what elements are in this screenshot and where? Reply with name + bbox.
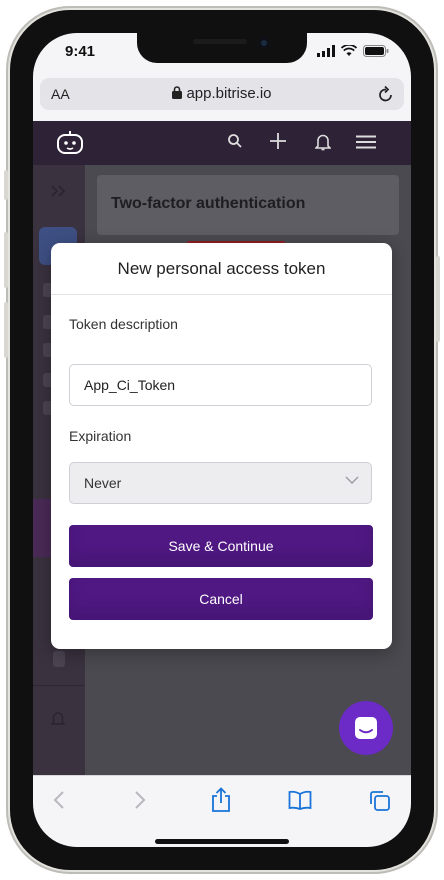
- save-continue-button[interactable]: Save & Continue: [69, 525, 373, 567]
- expiration-value: Never: [84, 475, 122, 491]
- sidebar-bell-icon[interactable]: [51, 711, 65, 727]
- speaker: [193, 39, 247, 44]
- bell-icon[interactable]: [315, 133, 331, 151]
- search-icon[interactable]: [227, 133, 243, 149]
- plus-icon[interactable]: [269, 132, 287, 150]
- browser-toolbar: AA app.bitrise.io: [33, 75, 411, 121]
- share-icon[interactable]: [210, 787, 232, 813]
- bitrise-logo-icon[interactable]: [55, 127, 85, 157]
- front-camera: [259, 38, 269, 48]
- sidebar-item-device[interactable]: [53, 651, 65, 667]
- status-icons: [317, 45, 389, 57]
- dialog-title: New personal access token: [117, 259, 326, 278]
- bookmarks-icon[interactable]: [288, 790, 312, 810]
- sidebar-divider: [33, 685, 85, 686]
- chat-icon: [355, 717, 377, 739]
- cancel-button[interactable]: Cancel: [69, 578, 373, 620]
- url-text: app.bitrise.io: [186, 85, 272, 102]
- wifi-icon: [341, 45, 357, 56]
- back-icon[interactable]: [53, 790, 65, 810]
- notch: [137, 33, 307, 63]
- signal-icon: [317, 45, 335, 57]
- phone-mute-switch: [4, 170, 8, 200]
- battery-icon: [363, 45, 389, 57]
- address-bar[interactable]: AA app.bitrise.io: [40, 78, 404, 110]
- chat-button[interactable]: [339, 701, 393, 755]
- forward-icon[interactable]: [134, 790, 146, 810]
- dialog-divider: [51, 294, 392, 295]
- home-indicator: [155, 839, 289, 844]
- screen: 9:41 AA app.bitrise.io Two-factor authen…: [33, 33, 411, 847]
- token-description-label: Token description: [69, 316, 178, 332]
- expiration-label: Expiration: [69, 428, 132, 444]
- url-field[interactable]: app.bitrise.io: [40, 85, 404, 102]
- reload-icon[interactable]: [378, 85, 394, 103]
- expiration-select[interactable]: Never: [69, 462, 372, 504]
- app-header: [33, 121, 411, 165]
- token-description-input[interactable]: App_Ci_Token: [69, 364, 372, 406]
- tabs-icon[interactable]: [369, 790, 391, 812]
- lock-icon: [172, 86, 183, 99]
- phone-volume-down: [4, 302, 8, 358]
- phone-power-button: [436, 256, 440, 342]
- two-factor-card: Two-factor authentication: [97, 175, 399, 235]
- chevron-down-icon: [345, 476, 359, 484]
- two-factor-title: Two-factor authentication: [111, 195, 306, 212]
- browser-bottom-bar: [33, 775, 411, 847]
- status-time: 9:41: [65, 43, 96, 60]
- phone-volume-up: [4, 232, 8, 288]
- hamburger-menu-icon[interactable]: [356, 135, 376, 149]
- new-token-dialog: New personal access token Token descript…: [51, 243, 392, 649]
- collapse-sidebar-icon[interactable]: [51, 185, 65, 197]
